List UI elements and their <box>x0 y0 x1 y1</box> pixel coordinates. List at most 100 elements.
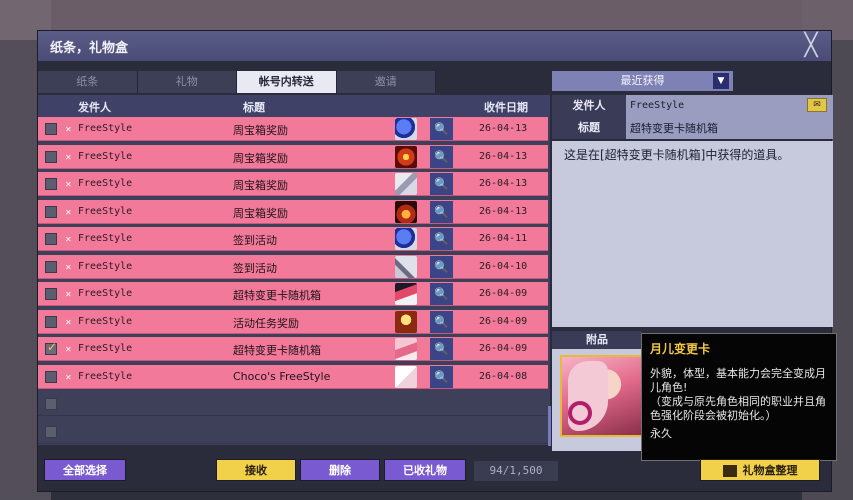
sort-dropdown[interactable]: 最近获得 ▼ <box>552 71 733 91</box>
gift-tag-icon <box>395 365 417 388</box>
detail-sender-value: FreeStyle <box>626 95 833 117</box>
magnifier-icon[interactable]: 🔍 <box>430 200 453 223</box>
mail-status-icon: ✕ <box>65 180 72 189</box>
row-date: 26-04-08 <box>479 370 528 382</box>
row-checkbox[interactable] <box>45 178 57 190</box>
organize-label: 礼物盒整理 <box>742 464 798 477</box>
tab-invite[interactable]: 邀请 <box>336 71 436 93</box>
magnifier-icon[interactable]: 🔍 <box>430 365 453 388</box>
row-date: 26-04-13 <box>479 178 528 189</box>
header-subject: 标题 <box>243 101 265 114</box>
character-card-icon[interactable] <box>560 355 644 437</box>
magnifier-icon[interactable]: 🔍 <box>430 173 453 195</box>
fire-emblem-icon <box>395 200 417 223</box>
tooltip-line-1: 外貌，体型，基本能力会完全变成月儿角色! <box>650 367 826 394</box>
row-subject: 周宝箱奖励 <box>233 124 288 137</box>
table-row[interactable]: ✕ FreeStyle 签到活动 🔍 26-04-11 <box>38 227 548 251</box>
row-sender: FreeStyle <box>78 260 133 272</box>
row-sender: FreeStyle <box>78 343 133 354</box>
organize-gift-box-button[interactable]: 礼物盒整理 <box>700 459 820 481</box>
gift-box-icon <box>722 465 737 477</box>
row-sender: FreeStyle <box>78 315 133 327</box>
sort-dropdown-label: 最近获得 <box>620 74 665 87</box>
row-sender: FreeStyle <box>78 123 133 134</box>
reply-mail-icon[interactable]: ✉ <box>807 98 827 112</box>
hammer-icon <box>395 255 417 278</box>
row-subject: Choco's FreeStyle <box>233 369 331 383</box>
table-row[interactable]: ✕ FreeStyle 签到活动 🔍 26-04-10 <box>38 254 548 279</box>
tab-account-transfer[interactable]: 帐号内转送 <box>237 71 337 93</box>
row-checkbox[interactable] <box>45 340 57 355</box>
row-date: 26-04-13 <box>479 205 528 217</box>
empty-row <box>38 392 548 416</box>
row-date: 26-04-09 <box>479 343 528 354</box>
mail-status-icon: ✕ <box>65 317 72 327</box>
table-row[interactable]: ✕ FreeStyle 周宝箱奖励 🔍 26-04-13 <box>38 172 548 196</box>
mail-status-icon: ✕ <box>65 345 72 354</box>
mail-status-icon: ✕ <box>65 372 72 382</box>
detail-panel: 发件人 FreeStyle ✉ 标题 超特变更卡随机箱 <box>552 95 833 139</box>
magnifier-icon[interactable]: 🔍 <box>430 118 453 140</box>
row-subject: 超特变更卡随机箱 <box>233 344 321 357</box>
row-sender: FreeStyle <box>78 233 133 244</box>
row-checkbox[interactable] <box>45 288 57 300</box>
mail-list: ✕ FreeStyle 周宝箱奖励 🔍 26-04-13 ✕ FreeStyle 周宝箱奖励 🔍… <box>38 117 550 445</box>
row-checkbox[interactable] <box>45 150 57 163</box>
row-checkbox[interactable] <box>45 398 57 410</box>
table-row[interactable]: ✕ FreeStyle 超特变更卡随机箱 🔍 26-04-09 <box>38 282 548 306</box>
magnifier-icon[interactable]: 🔍 <box>430 310 453 333</box>
delete-button[interactable]: 删除 <box>300 459 380 481</box>
silver-key-icon <box>395 173 417 195</box>
table-row[interactable]: ✕ FreeStyle 超特变更卡随机箱 🔍 26-04-09 <box>38 337 548 361</box>
character-card-icon <box>395 338 417 360</box>
chevron-down-icon[interactable]: ▼ <box>713 73 729 89</box>
blue-bell-icon <box>395 118 417 140</box>
tab-gifts[interactable]: 礼物 <box>137 71 237 93</box>
mail-status-icon: ✕ <box>65 152 72 162</box>
table-row[interactable]: ✕ FreeStyle 周宝箱奖励 🔍 26-04-13 <box>38 117 548 141</box>
table-row[interactable]: ✕ FreeStyle Choco's FreeStyle 🔍 26-04-08 <box>38 364 548 389</box>
row-date: 26-04-10 <box>479 260 528 272</box>
row-checkbox[interactable] <box>45 123 57 135</box>
row-checkbox[interactable] <box>45 233 57 245</box>
magnifier-icon[interactable]: 🔍 <box>430 145 453 168</box>
table-row[interactable]: ✕ FreeStyle 活动任务奖励 🔍 26-04-09 <box>38 309 548 334</box>
table-row[interactable]: ✕ FreeStyle 周宝箱奖励 🔍 26-04-13 <box>38 144 548 169</box>
tab-notes[interactable]: 纸条 <box>38 71 138 93</box>
row-checkbox[interactable] <box>45 425 57 438</box>
header-sender: 发件人 <box>78 101 111 114</box>
close-icon[interactable]: ╳ <box>799 34 823 58</box>
detail-sender-label: 发件人 <box>552 95 626 117</box>
list-header: 发件人 标题 收件日期 <box>38 95 550 117</box>
row-sender: FreeStyle <box>78 205 133 217</box>
magnifier-icon[interactable]: 🔍 <box>430 338 453 360</box>
window-title: 纸条，礼物盒 <box>50 41 129 56</box>
magnifier-icon[interactable]: 🔍 <box>430 228 453 250</box>
row-checkbox[interactable] <box>45 260 57 273</box>
card-box-icon <box>395 283 417 305</box>
row-subject: 活动任务奖励 <box>233 316 299 330</box>
received-gifts-button[interactable]: 已收礼物 <box>384 459 466 481</box>
detail-title-row: 标题 超特变更卡随机箱 <box>552 117 833 139</box>
crown-burst-icon <box>395 145 417 168</box>
receive-button[interactable]: 接收 <box>216 459 296 481</box>
select-all-button[interactable]: 全部选择 <box>44 459 126 481</box>
row-date: 26-04-11 <box>479 233 528 244</box>
magnifier-icon[interactable]: 🔍 <box>430 255 453 278</box>
detail-title-value: 超特变更卡随机箱 <box>626 117 833 139</box>
row-subject: 签到活动 <box>233 234 277 247</box>
mail-status-icon: ✕ <box>65 235 72 244</box>
item-tooltip: 月儿变更卡 外貌，体型，基本能力会完全变成月儿角色! （变成与原先角色相同的职业… <box>641 333 837 461</box>
row-checkbox[interactable] <box>45 315 57 328</box>
table-row[interactable]: ✕ FreeStyle 周宝箱奖励 🔍 26-04-13 <box>38 199 548 224</box>
row-subject: 超特变更卡随机箱 <box>233 289 321 302</box>
magnifier-icon[interactable]: 🔍 <box>430 283 453 305</box>
tooltip-line-2: （变成与原先角色相同的职业并且角色强化阶段会被初始化。） <box>650 395 826 422</box>
row-checkbox[interactable] <box>45 205 57 218</box>
list-scrollbar[interactable] <box>548 406 551 446</box>
tooltip-title: 月儿变更卡 <box>650 342 711 356</box>
mail-status-icon: ✕ <box>65 207 72 217</box>
detail-description: 这是在[超特变更卡随机箱]中获得的道具。 <box>552 141 833 327</box>
row-checkbox[interactable] <box>45 370 57 383</box>
row-sender: FreeStyle <box>78 150 133 162</box>
